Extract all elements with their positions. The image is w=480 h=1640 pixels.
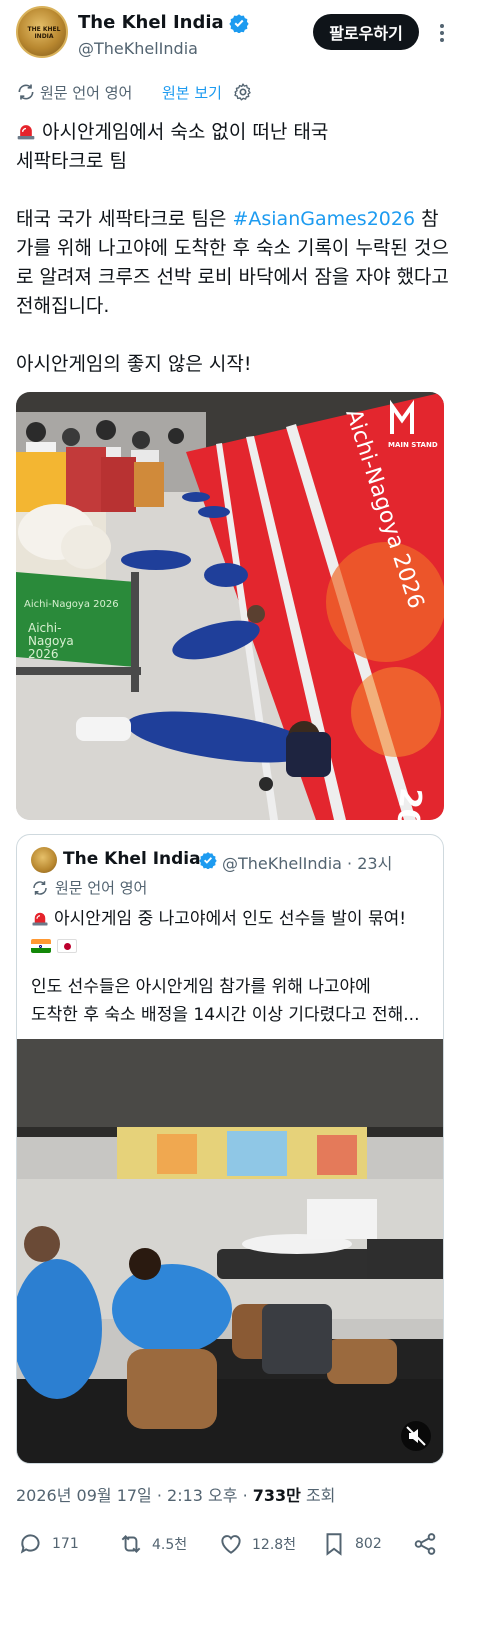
bookmark-button[interactable]: 802 bbox=[321, 1526, 382, 1562]
tweet-line-2: 세팍타크로 팀 bbox=[16, 150, 127, 172]
share-button[interactable] bbox=[412, 1526, 446, 1562]
author-handle[interactable]: @TheKhelIndia bbox=[78, 39, 198, 58]
bookmark-icon bbox=[326, 1533, 342, 1556]
quoted-tweet[interactable]: The Khel India @TheKhelIndia · 23시 원문 언어… bbox=[16, 834, 444, 1464]
svg-text:Aichi-Nagoya 2026: Aichi-Nagoya 2026 bbox=[24, 599, 119, 610]
tweet-photo[interactable]: Aichi-Nagoya 2026 2026 MAIN STAND Aichi-… bbox=[16, 392, 444, 820]
svg-text:Nagoya: Nagoya bbox=[28, 634, 74, 648]
india-flag-icon bbox=[31, 939, 51, 953]
view-count[interactable]: 733만 bbox=[253, 1486, 301, 1505]
siren-emoji-icon bbox=[17, 125, 35, 140]
quoted-author-handle-time: @TheKhelIndia · 23시 bbox=[222, 854, 393, 873]
tweet-paragraph-2: 태국 국가 세팍타크로 팀은 #AsianGames2026 참가를 위해 나고… bbox=[16, 205, 456, 321]
verified-badge-icon bbox=[199, 852, 217, 869]
more-options-icon[interactable] bbox=[440, 24, 444, 42]
terminal-waiting-photo bbox=[17, 1039, 443, 1463]
speaker-muted-icon bbox=[406, 1426, 426, 1446]
author-avatar[interactable]: THE KHEL INDIA bbox=[16, 6, 68, 58]
reply-icon bbox=[20, 1534, 40, 1554]
tweet-line-1: 아시안게임에서 숙소 없이 떠난 태국 bbox=[42, 121, 329, 143]
translate-icon bbox=[18, 84, 34, 100]
show-original-link[interactable]: 원본 보기 bbox=[162, 82, 222, 103]
repost-count: 4.5천 bbox=[152, 1537, 188, 1553]
reply-count: 171 bbox=[52, 1536, 79, 1552]
tweet-meta: 2026년 09월 17일 · 2:13 오후 · 733만 조회 bbox=[16, 1482, 335, 1506]
verified-badge-icon bbox=[229, 14, 249, 33]
svg-text:Aichi-: Aichi- bbox=[28, 621, 61, 635]
quoted-video[interactable] bbox=[17, 1039, 443, 1463]
siren-emoji-icon bbox=[32, 912, 48, 926]
flags-row bbox=[31, 935, 435, 957]
like-count: 12.8천 bbox=[252, 1537, 297, 1553]
svg-text:2026: 2026 bbox=[28, 647, 59, 661]
translation-label: 원문 언어 영어 bbox=[40, 84, 133, 102]
share-icon bbox=[414, 1533, 436, 1555]
repost-icon bbox=[121, 1535, 141, 1553]
tweet-paragraph-3: 아시안게임의 좋지 않은 시작! bbox=[16, 353, 252, 375]
bookmark-count: 802 bbox=[355, 1536, 382, 1552]
views-label: 조회 bbox=[300, 1486, 336, 1505]
airport-floor-photo: Aichi-Nagoya 2026 2026 MAIN STAND Aichi-… bbox=[16, 392, 444, 820]
author-display-name[interactable]: The Khel India bbox=[78, 12, 224, 33]
follow-button[interactable]: 팔로우하기 bbox=[313, 14, 419, 50]
tweet-paragraph-1: 아시안게임에서 숙소 없이 떠난 태국 세팍타크로 팀 bbox=[16, 118, 456, 176]
tweet-date-time: 2026년 09월 17일 · 2:13 오후 · bbox=[16, 1486, 253, 1505]
tweet-header: THE KHEL INDIA The Khel India @TheKhelIn… bbox=[16, 6, 464, 64]
like-button[interactable]: 12.8천 bbox=[218, 1526, 296, 1562]
quoted-line-2: 인도 선수들은 아시안게임 참가를 위해 나고야에 bbox=[31, 977, 371, 997]
tweet-para2-text: 태국 국가 세팍타크로 팀은 bbox=[16, 208, 233, 230]
japan-flag-icon bbox=[57, 939, 77, 953]
avatar-logo-text: THE KHEL INDIA bbox=[27, 26, 61, 40]
quoted-author-avatar bbox=[31, 847, 57, 873]
quoted-line-1-text: 아시안게임 중 나고야에서 인도 선수들 발이 묶여! bbox=[54, 909, 407, 929]
quoted-line-3: 도착한 후 숙소 배정을 14시간 이상 기다렸다고 전해... bbox=[31, 1005, 420, 1025]
watermark-text: MAIN STAND bbox=[388, 441, 438, 449]
heart-icon bbox=[221, 1535, 241, 1554]
translate-icon bbox=[33, 881, 47, 895]
quoted-tweet-text: 아시안게임 중 나고야에서 인도 선수들 발이 묶여! 인도 선수들은 아시안게… bbox=[31, 905, 435, 1029]
mute-button[interactable] bbox=[401, 1421, 431, 1451]
gear-icon[interactable] bbox=[233, 82, 253, 102]
tweet-actions: 171 4.5천 12.8천 802 bbox=[16, 1526, 464, 1566]
quoted-translation-label: 원문 언어 영어 bbox=[55, 879, 148, 897]
repost-button[interactable]: 4.5천 bbox=[118, 1526, 187, 1562]
hashtag-link[interactable]: #AsianGames2026 bbox=[232, 208, 415, 230]
quoted-author-name: The Khel India bbox=[63, 849, 201, 869]
reply-button[interactable]: 171 bbox=[18, 1526, 79, 1562]
quoted-line-1: 아시안게임 중 나고야에서 인도 선수들 발이 묶여! bbox=[31, 905, 435, 933]
translation-row: 원문 언어 영어 원본 보기 bbox=[16, 80, 456, 104]
tweet-text: 아시안게임에서 숙소 없이 떠난 태국 세팍타크로 팀 태국 국가 세팍타크로 … bbox=[16, 118, 456, 408]
